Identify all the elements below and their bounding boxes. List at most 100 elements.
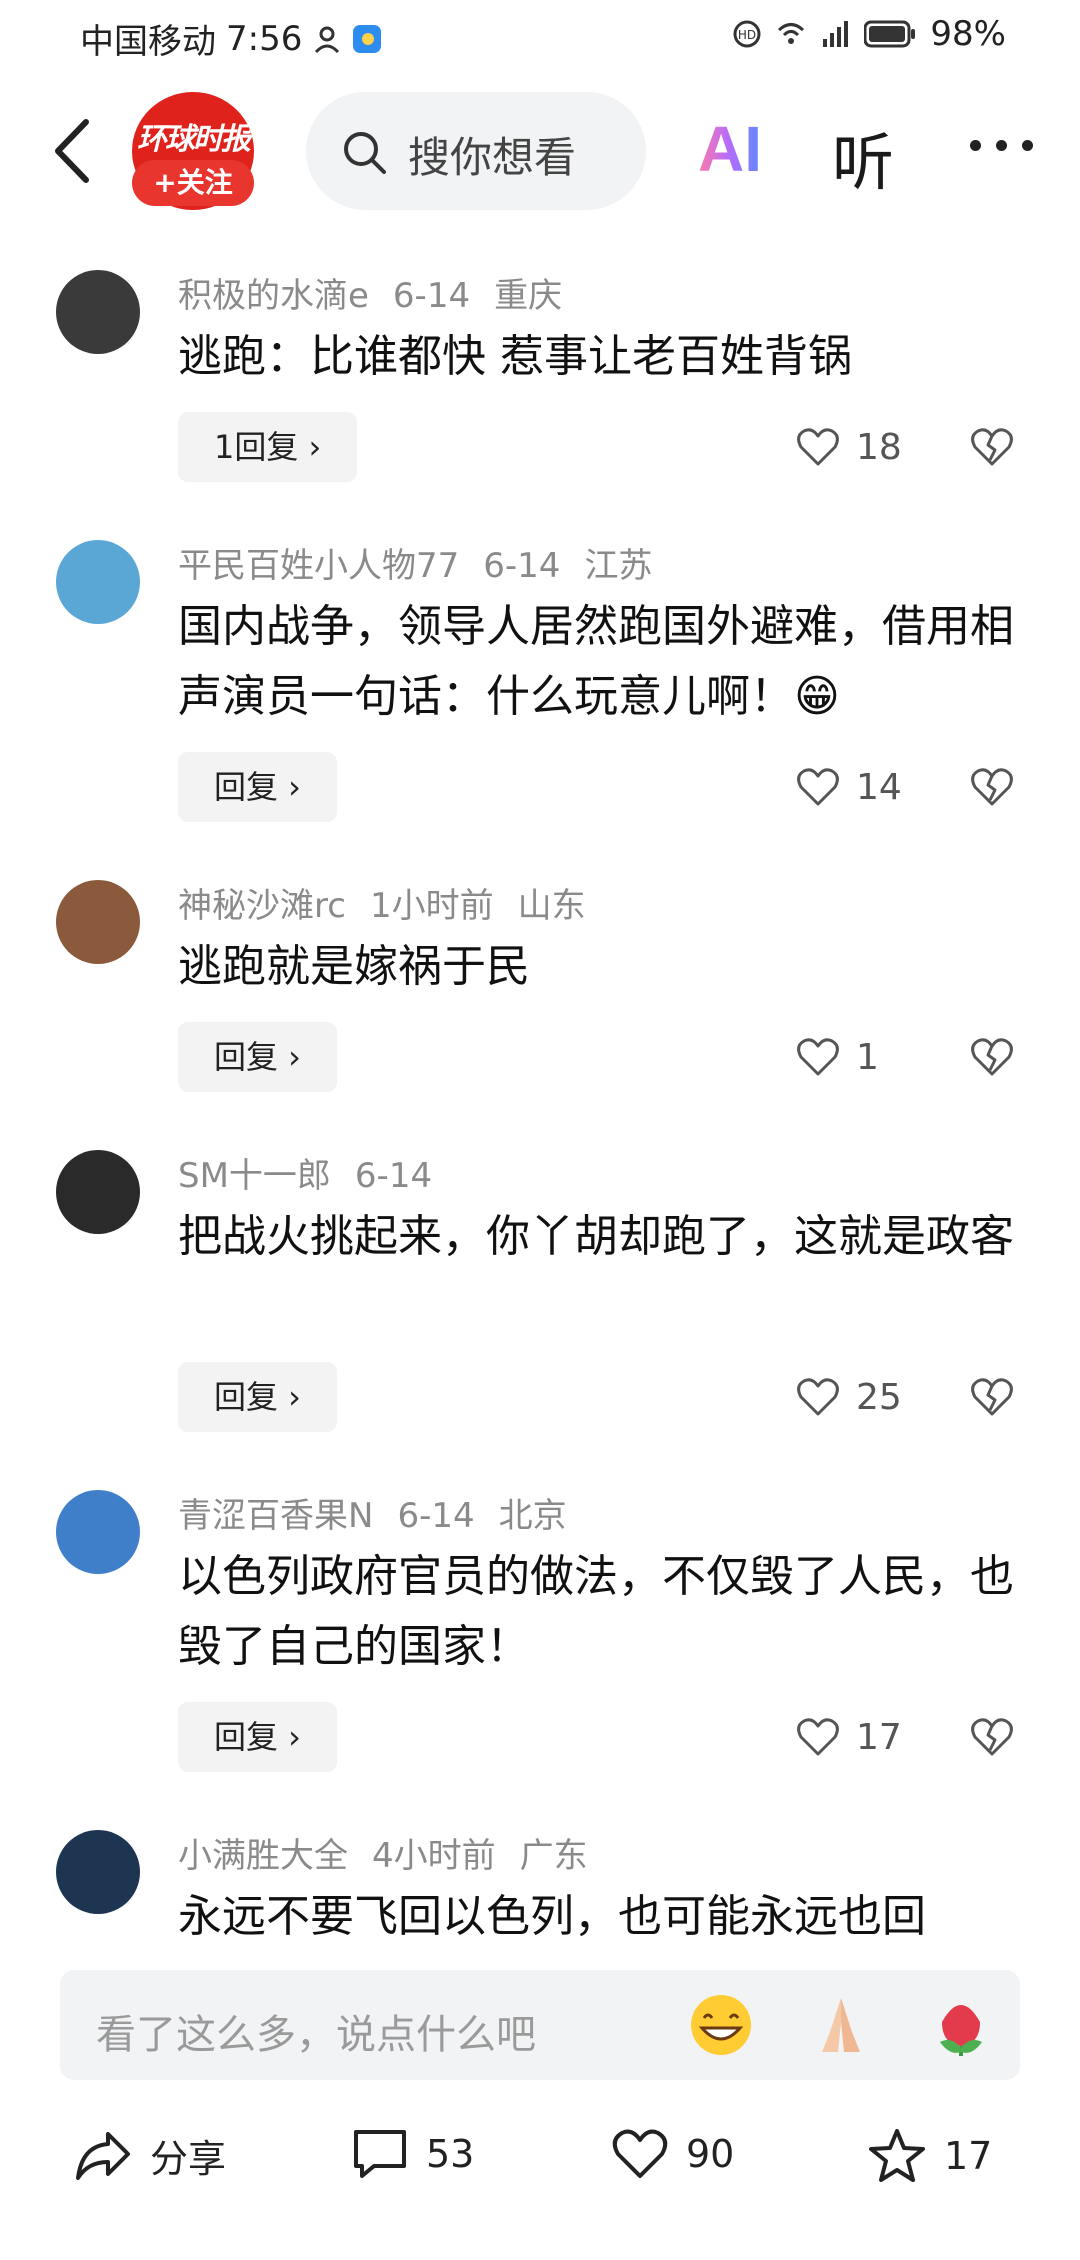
comment-text: 永远不要飞回以色列，也可能永远也回 — [178, 1891, 926, 1942]
clock: 7:56 — [226, 18, 303, 59]
comment-date: 6-14 — [397, 1496, 475, 1536]
comment-username[interactable]: 积极的水滴e — [178, 276, 369, 316]
share-label: 分享 — [150, 2137, 227, 2181]
comment-date: 6-14 — [483, 546, 561, 586]
weather-app-icon — [353, 24, 382, 53]
comment-like-count: 18 — [856, 426, 902, 468]
reply-button[interactable]: 回复 › — [178, 1362, 337, 1432]
status-bar: 中国移动 7:56 HD 98% — [0, 0, 1080, 72]
comment-like-button[interactable]: 14 — [796, 752, 902, 822]
comment-date: 1小时前 — [369, 886, 494, 926]
comment-heart-icon — [797, 768, 839, 806]
comment-username[interactable]: SM十一郎 — [178, 1156, 331, 1196]
dislike-icon[interactable] — [970, 765, 1014, 809]
comment-date: 6-14 — [354, 1156, 433, 1196]
follow-button[interactable]: +关注 — [132, 160, 254, 206]
comment-date: 4小时前 — [372, 1836, 496, 1876]
comment-location: 北京 — [498, 1496, 567, 1536]
reply-button[interactable]: 1回复 › — [178, 412, 358, 482]
carrier-label: 中国移动 — [80, 22, 216, 62]
comment-meta: 积极的水滴e 6-14 重庆 — [178, 268, 586, 317]
comments-button[interactable]: 53 — [352, 2128, 474, 2180]
reply-button[interactable]: 回复 › — [178, 752, 337, 822]
comment-text: 逃跑就是嫁祸于民 — [178, 941, 530, 992]
share-icon — [76, 2131, 130, 2180]
comment-location: 广东 — [519, 1836, 588, 1876]
comment-count: 53 — [426, 2132, 475, 2176]
person-icon — [315, 26, 340, 53]
user-avatar[interactable] — [56, 880, 140, 964]
svg-text:HD: HD — [738, 28, 756, 42]
comment-date: 6-14 — [392, 276, 471, 316]
back-arrow-icon[interactable] — [48, 116, 98, 186]
comment-like-count: 14 — [856, 766, 902, 808]
comment-text: 逃跑：比谁都快 惹事让老百姓背锅 — [178, 331, 852, 382]
comment-text: 把战火挑起来，你丫胡却跑了，这就是政客 — [178, 1211, 1014, 1262]
comment-like-count: 1 — [856, 1036, 879, 1078]
comment-like-button[interactable]: 18 — [796, 412, 902, 482]
dislike-icon[interactable] — [970, 1715, 1014, 1759]
grin-emoji-icon[interactable] — [688, 1992, 754, 2058]
user-avatar[interactable] — [56, 1490, 140, 1574]
comment-like-button[interactable]: 17 — [796, 1702, 902, 1772]
comment-meta: 平民百姓小人物77 6-14 江苏 — [178, 538, 676, 587]
comment-heart-icon — [797, 1718, 839, 1756]
comment-meta: 小满胜大全 4小时前 广东 — [178, 1828, 612, 1877]
comment-input-bar[interactable]: 看了这么多，说点什么吧 — [60, 1970, 1020, 2080]
like-button[interactable]: 90 — [612, 2128, 734, 2180]
comment-location: 山东 — [517, 886, 586, 926]
like-count: 90 — [686, 2132, 735, 2176]
comment-like-count: 25 — [856, 1376, 902, 1418]
reply-button[interactable]: 回复 › — [178, 1022, 337, 1092]
more-options-icon[interactable] — [966, 126, 1036, 166]
comment-meta: 青涩百香果N 6-14 北京 — [178, 1488, 591, 1537]
share-button[interactable]: 分享 — [74, 2128, 226, 2183]
comment-meta: 神秘沙滩rc 1小时前 山东 — [178, 878, 610, 927]
status-left: 中国移动 7:56 — [80, 14, 382, 63]
status-right: HD 98% — [732, 14, 1006, 54]
comment-bubble-icon — [354, 2130, 406, 2178]
user-avatar[interactable] — [56, 270, 140, 354]
comment-location: 重庆 — [494, 276, 563, 316]
favorite-count: 17 — [944, 2134, 993, 2178]
comment-username[interactable]: 青涩百香果N — [178, 1496, 373, 1536]
publisher-logo-text: 环球时报 — [137, 122, 251, 157]
user-avatar[interactable] — [56, 1150, 140, 1234]
comment-text: 国内战争，领导人居然跑国外避难，借用相声演员一句话：什么玩意儿啊！😁 — [178, 601, 1014, 722]
battery-icon — [864, 20, 916, 48]
bottom-action-bar: 分享 53 90 17 — [0, 2110, 1080, 2220]
user-avatar[interactable] — [56, 540, 140, 624]
comment-like-count: 17 — [856, 1716, 902, 1758]
comment-heart-icon — [797, 1038, 839, 1076]
top-nav-bar: 环球时报 +关注 搜你想看 AI 听 — [0, 86, 1080, 216]
search-icon — [344, 132, 386, 174]
heart-icon — [612, 2129, 668, 2178]
comment-location: 江苏 — [584, 546, 653, 586]
comment-like-button[interactable]: 1 — [796, 1022, 879, 1092]
favorite-button[interactable]: 17 — [868, 2128, 992, 2184]
rose-emoji-icon[interactable] — [928, 1992, 994, 2058]
signal-icon — [823, 21, 849, 47]
wifi-icon — [778, 23, 805, 44]
battery-percent: 98% — [930, 14, 1006, 54]
listen-button[interactable]: 听 — [832, 112, 894, 202]
ai-button[interactable]: AI — [698, 112, 762, 186]
comment-like-button[interactable]: 25 — [796, 1362, 902, 1432]
comment-heart-icon — [797, 1378, 839, 1416]
search-placeholder: 搜你想看 — [408, 133, 577, 182]
comment-heart-icon — [797, 428, 839, 466]
comment-username[interactable]: 小满胜大全 — [178, 1836, 348, 1876]
dislike-icon[interactable] — [970, 1375, 1014, 1419]
pray-hands-emoji-icon[interactable] — [808, 1992, 874, 2058]
comment-username[interactable]: 平民百姓小人物77 — [178, 546, 459, 586]
comment-meta: SM十一郎 6-14 — [178, 1148, 480, 1197]
comment-input-placeholder: 看了这么多，说点什么吧 — [96, 2012, 536, 2058]
search-bar[interactable]: 搜你想看 — [306, 92, 646, 210]
star-icon — [869, 2129, 925, 2182]
data-saver-icon: HD — [733, 20, 761, 48]
reply-button[interactable]: 回复 › — [178, 1702, 337, 1772]
dislike-icon[interactable] — [970, 425, 1014, 469]
comment-username[interactable]: 神秘沙滩rc — [178, 886, 346, 926]
dislike-icon[interactable] — [970, 1035, 1014, 1079]
user-avatar[interactable] — [56, 1830, 140, 1914]
